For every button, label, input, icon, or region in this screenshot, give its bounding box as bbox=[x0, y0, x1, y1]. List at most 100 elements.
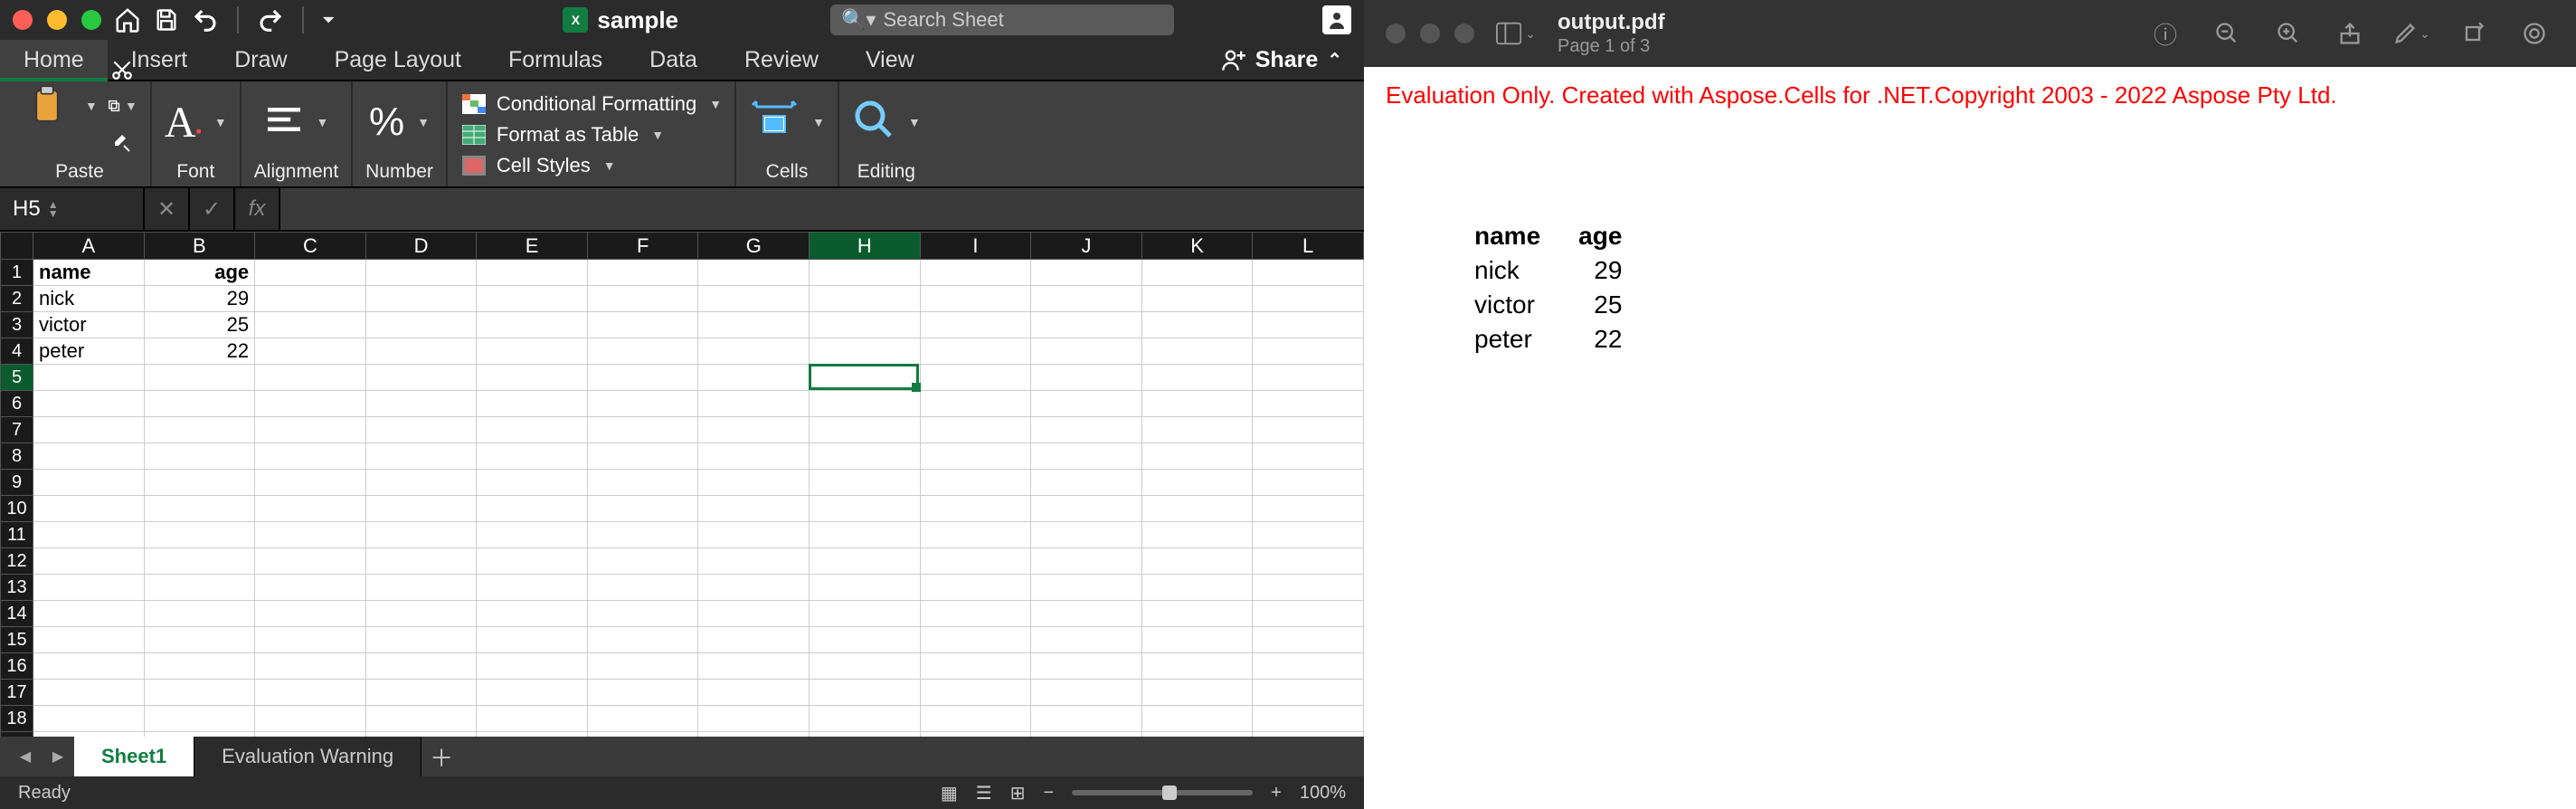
grid-cell[interactable] bbox=[810, 286, 921, 312]
name-box-stepper[interactable]: ▲▼ bbox=[48, 200, 59, 218]
grid-cell[interactable] bbox=[1253, 732, 1364, 738]
grid-cell[interactable] bbox=[587, 338, 698, 365]
close-window[interactable] bbox=[1386, 24, 1406, 43]
markup-icon[interactable]: ⌄ bbox=[2391, 14, 2431, 53]
grid-cell[interactable] bbox=[1253, 575, 1364, 601]
number-format-icon[interactable]: % bbox=[369, 100, 404, 145]
grid-cell[interactable] bbox=[698, 286, 810, 312]
grid-cell[interactable] bbox=[255, 627, 366, 653]
grid-cell[interactable] bbox=[33, 706, 145, 732]
grid-cell[interactable] bbox=[477, 522, 588, 548]
grid-cell[interactable] bbox=[698, 443, 810, 470]
grid-cell[interactable] bbox=[810, 732, 921, 738]
sidebar-toggle-icon[interactable]: ⌄ bbox=[1496, 14, 1536, 53]
grid-cell[interactable]: 22 bbox=[144, 338, 255, 365]
close-window[interactable] bbox=[13, 10, 33, 30]
grid-cell[interactable] bbox=[33, 522, 145, 548]
grid-cell[interactable] bbox=[810, 627, 921, 653]
sheet-nav-next[interactable]: ▶ bbox=[42, 740, 74, 773]
grid-cell[interactable] bbox=[144, 470, 255, 496]
grid-cell[interactable] bbox=[1031, 601, 1142, 627]
grid-cell[interactable] bbox=[477, 338, 588, 365]
grid-cell[interactable] bbox=[1253, 338, 1364, 365]
grid-cell[interactable] bbox=[33, 417, 145, 443]
grid-cell[interactable] bbox=[698, 417, 810, 443]
column-header[interactable]: E bbox=[477, 233, 588, 260]
name-box[interactable]: H5 ▲▼ bbox=[0, 188, 145, 230]
row-header[interactable]: 5 bbox=[1, 365, 33, 391]
zoom-slider[interactable] bbox=[1072, 790, 1253, 795]
grid-cell[interactable] bbox=[920, 601, 1031, 627]
grid-cell[interactable] bbox=[365, 522, 477, 548]
grid-cell[interactable] bbox=[587, 627, 698, 653]
row-header[interactable]: 4 bbox=[1, 338, 33, 365]
grid-cell[interactable] bbox=[1253, 417, 1364, 443]
row-header[interactable]: 11 bbox=[1, 522, 33, 548]
grid-cell[interactable] bbox=[1253, 601, 1364, 627]
formula-input[interactable] bbox=[280, 188, 1364, 230]
share-icon[interactable] bbox=[2330, 14, 2370, 53]
row-header[interactable]: 2 bbox=[1, 286, 33, 312]
grid-cell[interactable] bbox=[587, 706, 698, 732]
grid-cell[interactable] bbox=[920, 522, 1031, 548]
tab-view[interactable]: View bbox=[842, 40, 938, 80]
grid-cell[interactable] bbox=[1253, 312, 1364, 338]
grid-cell[interactable] bbox=[33, 391, 145, 417]
grid-cell[interactable] bbox=[810, 470, 921, 496]
font-dropdown[interactable]: ▼ bbox=[214, 115, 227, 129]
tab-review[interactable]: Review bbox=[721, 40, 842, 80]
grid-cell[interactable] bbox=[1141, 522, 1253, 548]
grid-cell[interactable] bbox=[365, 706, 477, 732]
row-header[interactable]: 3 bbox=[1, 312, 33, 338]
grid-cell[interactable] bbox=[1141, 732, 1253, 738]
font-icon[interactable]: A bbox=[165, 98, 196, 148]
row-header[interactable]: 13 bbox=[1, 575, 33, 601]
grid-cell[interactable] bbox=[920, 680, 1031, 706]
add-sheet-button[interactable]: ＋ bbox=[421, 737, 461, 776]
grid-cell[interactable] bbox=[698, 680, 810, 706]
alignment-icon[interactable] bbox=[264, 103, 304, 141]
grid-cell[interactable] bbox=[810, 312, 921, 338]
grid-cell[interactable] bbox=[920, 365, 1031, 391]
grid-cell[interactable] bbox=[33, 732, 145, 738]
grid-cell[interactable] bbox=[1031, 496, 1142, 522]
grid-cell[interactable] bbox=[255, 417, 366, 443]
grid-cell[interactable] bbox=[810, 260, 921, 286]
grid-cell[interactable] bbox=[587, 732, 698, 738]
grid-cell[interactable]: 29 bbox=[144, 286, 255, 312]
grid-cell[interactable] bbox=[1141, 496, 1253, 522]
grid-cell[interactable] bbox=[587, 365, 698, 391]
grid-cell[interactable] bbox=[255, 732, 366, 738]
grid-cell[interactable] bbox=[920, 417, 1031, 443]
fx-button[interactable]: fx bbox=[235, 188, 280, 230]
grid-cell[interactable] bbox=[365, 732, 477, 738]
grid-cell[interactable]: victor bbox=[33, 312, 145, 338]
grid-cell[interactable] bbox=[477, 680, 588, 706]
grid-cell[interactable] bbox=[587, 680, 698, 706]
collapse-ribbon-icon[interactable]: ⌃ bbox=[1327, 49, 1342, 71]
grid-cell[interactable] bbox=[698, 391, 810, 417]
grid-cell[interactable] bbox=[587, 391, 698, 417]
paste-dropdown[interactable]: ▼ bbox=[85, 99, 98, 113]
select-all-corner[interactable] bbox=[1, 233, 33, 260]
grid-cell[interactable] bbox=[920, 443, 1031, 470]
grid-cell[interactable] bbox=[33, 575, 145, 601]
grid-cell[interactable] bbox=[477, 470, 588, 496]
cut-button[interactable] bbox=[107, 54, 137, 85]
grid-cell[interactable] bbox=[144, 443, 255, 470]
view-page-layout-icon[interactable]: ☰ bbox=[976, 782, 992, 804]
zoom-out-icon[interactable] bbox=[2207, 14, 2247, 53]
grid-cell[interactable] bbox=[920, 260, 1031, 286]
grid-cell[interactable] bbox=[477, 627, 588, 653]
grid-cell[interactable] bbox=[698, 260, 810, 286]
grid-cell[interactable] bbox=[365, 627, 477, 653]
grid-cell[interactable] bbox=[365, 653, 477, 680]
grid-cell[interactable] bbox=[477, 417, 588, 443]
grid-cell[interactable] bbox=[477, 391, 588, 417]
column-header[interactable]: J bbox=[1031, 233, 1142, 260]
column-header[interactable]: A bbox=[33, 233, 145, 260]
grid-cell[interactable] bbox=[587, 417, 698, 443]
grid-cell[interactable] bbox=[33, 680, 145, 706]
column-header[interactable]: C bbox=[255, 233, 366, 260]
format-painter-button[interactable] bbox=[107, 127, 137, 157]
